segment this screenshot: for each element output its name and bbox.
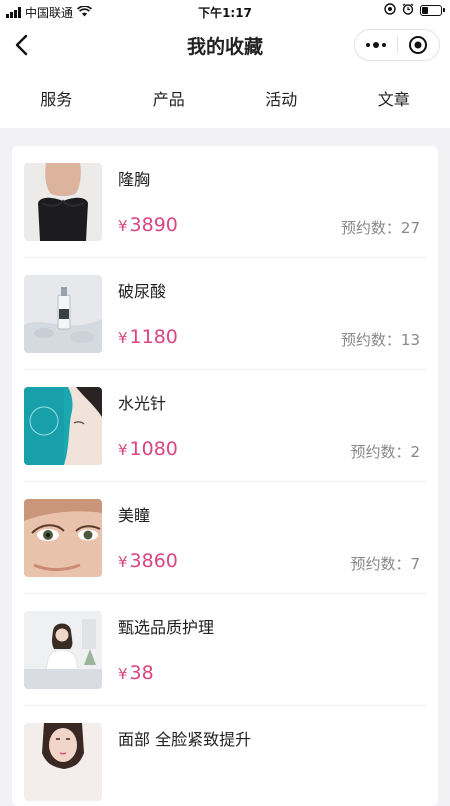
item-name: 破尿酸 [118, 278, 166, 302]
currency-symbol: ¥ [118, 441, 128, 459]
mini-program-capsule [354, 29, 440, 61]
bookings-count: 13 [401, 331, 420, 349]
list-item[interactable]: 水光针 ¥1080 预约数：2 [12, 370, 438, 482]
item-thumbnail [24, 611, 102, 689]
item-price: ¥3890 [118, 214, 178, 236]
bookings-label: 预约数： [350, 555, 410, 573]
status-right [384, 3, 442, 18]
bookings-count: 2 [410, 443, 420, 461]
list-item[interactable]: 破尿酸 ¥1180 预约数：13 [12, 258, 438, 370]
item-bookings: 预约数：2 [350, 441, 420, 462]
tab-products[interactable]: 产品 [113, 86, 226, 110]
item-thumbnail [24, 163, 102, 241]
category-tabs: 服务 产品 活动 文章 [0, 68, 450, 128]
item-bookings: 预约数：27 [341, 217, 420, 238]
tab-articles[interactable]: 文章 [338, 86, 450, 110]
currency-symbol: ¥ [118, 329, 128, 347]
location-lock-icon [384, 3, 396, 18]
bookings-count: 7 [410, 555, 420, 573]
item-price: ¥3860 [118, 550, 178, 572]
list-item[interactable]: 隆胸 ¥3890 预约数：27 [12, 146, 438, 258]
currency-symbol: ¥ [118, 217, 128, 235]
currency-symbol: ¥ [118, 665, 128, 683]
target-close-icon [408, 35, 428, 55]
close-mini-program-button[interactable] [398, 30, 440, 60]
item-thumbnail [24, 387, 102, 465]
price-value: 38 [130, 662, 154, 684]
price-value: 1080 [130, 438, 178, 460]
item-name: 美瞳 [118, 502, 150, 526]
alarm-icon [402, 3, 414, 18]
status-time: 下午1:17 [0, 4, 450, 21]
item-name: 面部 全脸紧致提升 [118, 726, 251, 750]
item-name: 隆胸 [118, 166, 150, 190]
status-bar: 中国联通 下午1:17 [0, 0, 450, 22]
item-bookings: 预约数：13 [341, 329, 420, 350]
bookings-count: 27 [401, 219, 420, 237]
list-item[interactable]: 美瞳 ¥3860 预约数：7 [12, 482, 438, 594]
more-button[interactable] [355, 30, 397, 60]
item-price: ¥1080 [118, 438, 178, 460]
item-bookings: 预约数：7 [350, 553, 420, 574]
bookings-label: 预约数： [341, 331, 401, 349]
bookings-label: 预约数： [350, 443, 410, 461]
more-dots-icon [366, 42, 386, 48]
item-name: 甄选品质护理 [118, 614, 214, 638]
price-value: 3860 [130, 550, 178, 572]
item-thumbnail [24, 275, 102, 353]
currency-symbol: ¥ [118, 553, 128, 571]
price-value: 1180 [130, 326, 178, 348]
price-value: 3890 [130, 214, 178, 236]
list-item[interactable]: 面部 全脸紧致提升 [12, 706, 438, 806]
battery-icon [420, 5, 442, 16]
tab-services[interactable]: 服务 [0, 86, 113, 110]
nav-bar: 我的收藏 [0, 22, 450, 68]
item-thumbnail [24, 499, 102, 577]
list-item[interactable]: 甄选品质护理 ¥38 [12, 594, 438, 706]
item-price: ¥1180 [118, 326, 178, 348]
item-thumbnail [24, 723, 102, 801]
favorites-list: 隆胸 ¥3890 预约数：27 破尿酸 ¥1180 预约数：13 [12, 146, 438, 806]
item-name: 水光针 [118, 390, 166, 414]
tab-activities[interactable]: 活动 [225, 86, 338, 110]
bookings-label: 预约数： [341, 219, 401, 237]
item-price: ¥38 [118, 662, 154, 684]
